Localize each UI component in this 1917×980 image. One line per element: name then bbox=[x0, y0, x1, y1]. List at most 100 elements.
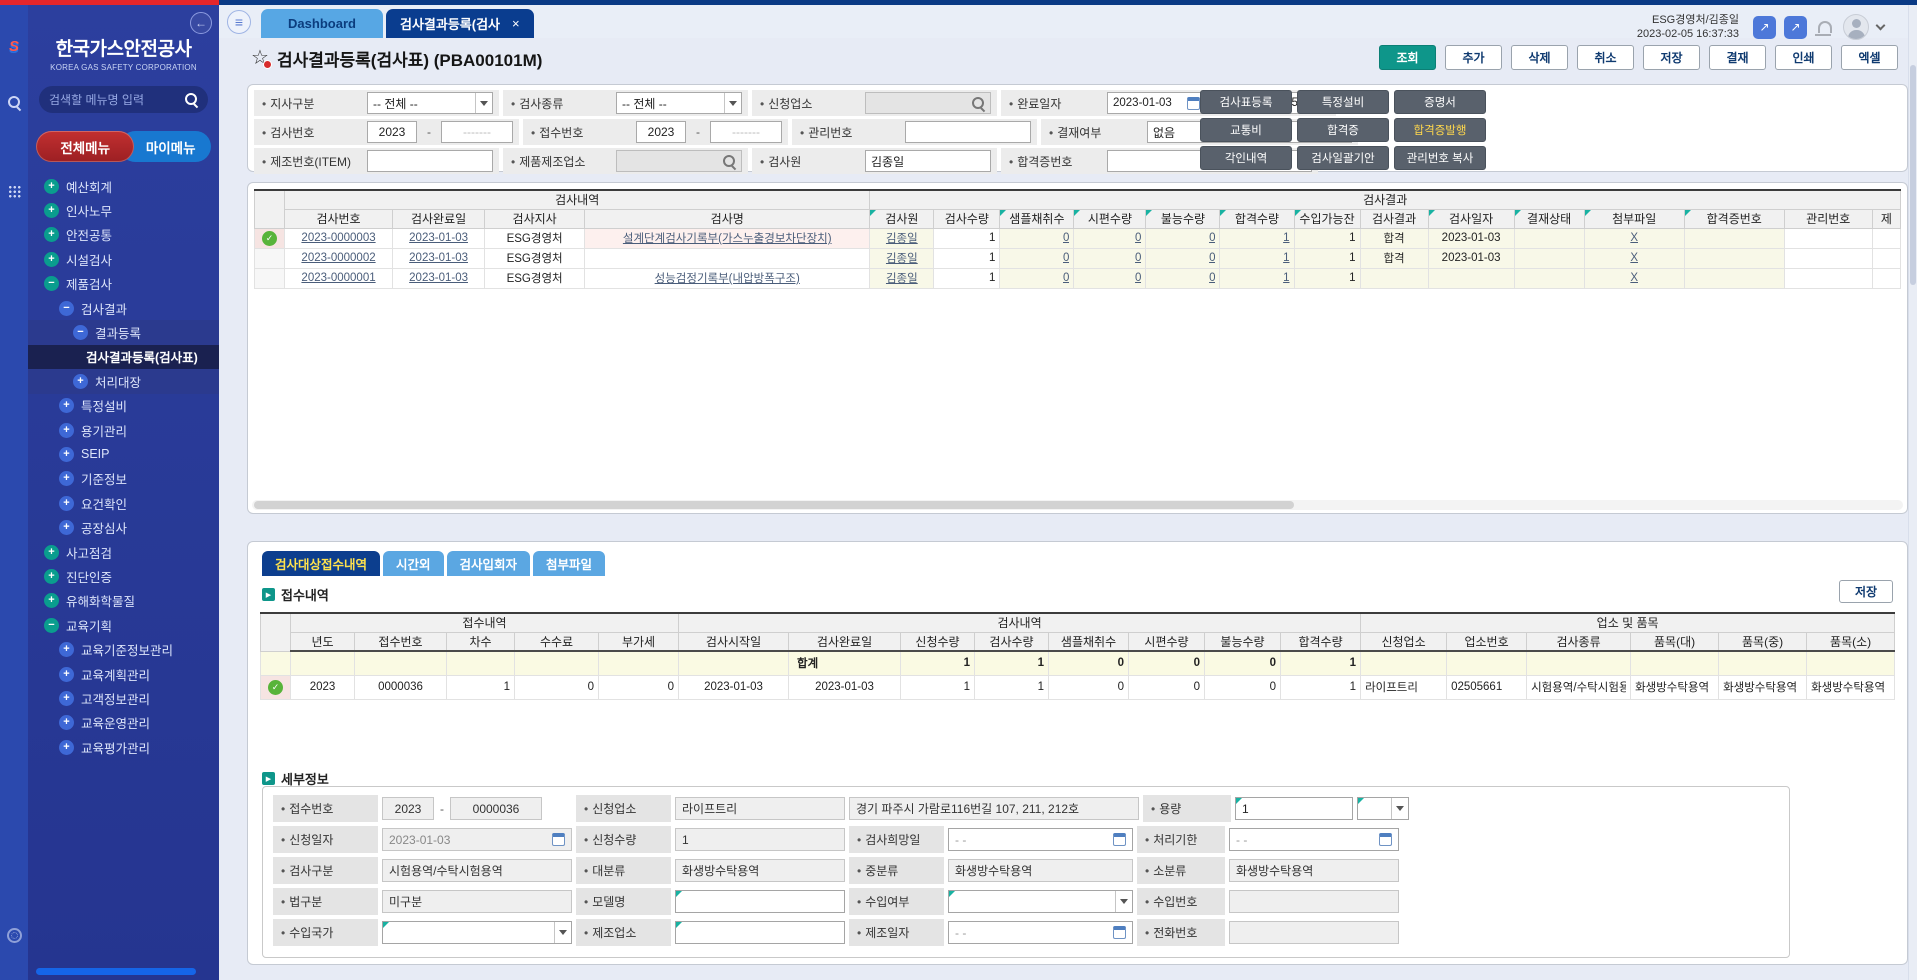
column-header[interactable]: 품목(대) bbox=[1631, 632, 1719, 651]
notification-bell-icon[interactable] bbox=[1818, 21, 1832, 33]
expand-toggle-icon[interactable]: + bbox=[73, 374, 88, 389]
grid-horizontal-scrollbar[interactable] bbox=[252, 500, 1903, 510]
column-header[interactable]: 차수 bbox=[447, 632, 515, 651]
all-menu-button[interactable]: 전체메뉴 bbox=[36, 131, 134, 162]
deadline-input[interactable]: - - bbox=[1229, 828, 1399, 851]
column-header[interactable]: 검사수량 bbox=[934, 209, 1000, 228]
inspection-no-input[interactable]: ------- bbox=[441, 121, 513, 143]
expand-toggle-icon[interactable]: − bbox=[44, 618, 59, 633]
column-header[interactable]: 품목(중) bbox=[1719, 632, 1807, 651]
column-header[interactable]: 검사일자 bbox=[1428, 209, 1514, 228]
sidebar-menu-item[interactable]: + 고객정보관리 bbox=[28, 686, 219, 710]
expand-toggle-icon[interactable]: − bbox=[59, 301, 74, 316]
action-button[interactable]: 조회 bbox=[1379, 45, 1436, 70]
column-header[interactable]: 수입가능잔 bbox=[1294, 209, 1360, 228]
country-select[interactable] bbox=[382, 921, 572, 944]
settings-gear-icon[interactable] bbox=[0, 928, 28, 943]
row-select-cell[interactable] bbox=[255, 248, 285, 268]
tab-dashboard[interactable]: Dashboard bbox=[261, 9, 383, 38]
sidebar-menu-item[interactable]: + 특정설비 bbox=[28, 394, 219, 418]
column-header[interactable]: 부가세 bbox=[599, 632, 679, 651]
column-header[interactable]: 품목(소) bbox=[1807, 632, 1895, 651]
mgmt-no-input[interactable] bbox=[905, 121, 1031, 143]
expand-toggle-icon[interactable]: + bbox=[59, 667, 74, 682]
search-icon[interactable] bbox=[723, 155, 736, 168]
detail-tab[interactable]: 시간외 bbox=[383, 551, 444, 576]
filter-tool-button[interactable]: 검사일괄기안 bbox=[1297, 146, 1389, 170]
action-button[interactable]: 추가 bbox=[1445, 45, 1502, 70]
filter-tool-button[interactable]: 교통비 bbox=[1200, 118, 1292, 142]
column-header[interactable]: 시편수량 bbox=[1074, 209, 1146, 228]
column-header[interactable]: 합격수량 bbox=[1281, 632, 1361, 651]
action-button[interactable]: 저장 bbox=[1643, 45, 1700, 70]
column-header[interactable]: 검사시작일 bbox=[679, 632, 789, 651]
column-header[interactable]: 검사번호 bbox=[285, 209, 393, 228]
hope-date-input[interactable]: - - bbox=[948, 828, 1133, 851]
receipt-no-year-input[interactable]: 2023 bbox=[636, 121, 686, 143]
shop-search-input[interactable] bbox=[865, 92, 991, 114]
inspection-type-select[interactable]: -- 전체 -- bbox=[616, 92, 742, 114]
column-header[interactable]: 검사원 bbox=[870, 209, 934, 228]
expand-toggle-icon[interactable]: + bbox=[59, 471, 74, 486]
column-header[interactable]: 불능수량 bbox=[1146, 209, 1220, 228]
column-header[interactable]: 년도 bbox=[291, 632, 355, 651]
expand-toggle-icon[interactable]: + bbox=[59, 496, 74, 511]
avatar[interactable] bbox=[1843, 14, 1869, 40]
product-maker-search-input[interactable] bbox=[616, 150, 742, 172]
expand-toggle-icon[interactable]: + bbox=[44, 179, 59, 194]
sidebar-menu-item[interactable]: + SEIP bbox=[28, 442, 219, 466]
open-window-icon[interactable]: ↗ bbox=[1784, 16, 1807, 39]
row-select-cell[interactable] bbox=[261, 651, 291, 675]
expand-toggle-icon[interactable]: + bbox=[44, 593, 59, 608]
expand-toggle-icon[interactable]: + bbox=[59, 691, 74, 706]
sidebar-menu-item[interactable]: − 교육기획 bbox=[28, 613, 219, 637]
sidebar-menu-item[interactable]: + 용기관리 bbox=[28, 418, 219, 442]
sidebar-horizontal-scrollbar[interactable] bbox=[36, 968, 196, 975]
sidebar-menu-item[interactable]: + 인사노무 bbox=[28, 198, 219, 222]
expand-toggle-icon[interactable]: + bbox=[59, 715, 74, 730]
filter-tool-button[interactable]: 합격증 bbox=[1297, 118, 1389, 142]
column-header[interactable]: 결재상태 bbox=[1514, 209, 1584, 228]
row-select-cell[interactable] bbox=[255, 268, 285, 288]
sidebar-menu-item[interactable]: + 교육기준정보관리 bbox=[28, 637, 219, 661]
expand-toggle-icon[interactable]: + bbox=[44, 203, 59, 218]
sidebar-collapse-button[interactable]: ← bbox=[190, 12, 212, 34]
sidebar-menu-item[interactable]: + 시설검사 bbox=[28, 247, 219, 271]
filter-tool-button[interactable]: 합격증발행 bbox=[1394, 118, 1486, 142]
sidebar-menu-item[interactable]: + 교육운영관리 bbox=[28, 711, 219, 735]
calendar-icon[interactable] bbox=[1187, 97, 1200, 110]
column-header[interactable]: 관리번호 bbox=[1784, 209, 1872, 228]
row-select-cell[interactable] bbox=[255, 228, 285, 248]
maker-input[interactable] bbox=[675, 921, 845, 944]
hamburger-menu-icon[interactable]: ≡ bbox=[227, 10, 251, 34]
search-icon[interactable] bbox=[972, 97, 985, 110]
sidebar-menu-item[interactable]: − 제품검사 bbox=[28, 272, 219, 296]
expand-toggle-icon[interactable]: − bbox=[73, 325, 88, 340]
inspection-no-year-input[interactable]: 2023 bbox=[367, 121, 417, 143]
expand-toggle-icon[interactable]: + bbox=[59, 520, 74, 535]
model-input[interactable] bbox=[675, 890, 845, 913]
column-header[interactable]: 첨부파일 bbox=[1584, 209, 1684, 228]
column-header[interactable]: 신청수량 bbox=[901, 632, 975, 651]
calendar-icon[interactable] bbox=[1113, 833, 1126, 846]
make-date-input[interactable]: - - bbox=[948, 921, 1133, 944]
favorite-star-icon[interactable]: ☆ bbox=[251, 48, 269, 68]
column-header[interactable]: 시편수량 bbox=[1129, 632, 1205, 651]
external-link-icon[interactable]: ↗ bbox=[1753, 16, 1776, 39]
sidebar-menu-item[interactable]: + 예산회계 bbox=[28, 174, 219, 198]
sidebar-menu-item[interactable]: + 사고점검 bbox=[28, 540, 219, 564]
sidebar-menu-item[interactable]: − 검사결과 bbox=[28, 296, 219, 320]
column-header[interactable]: 합격수량 bbox=[1220, 209, 1294, 228]
branch-select[interactable]: -- 전체 -- bbox=[367, 92, 493, 114]
column-header[interactable]: 샘플채취수 bbox=[1000, 209, 1074, 228]
column-header[interactable]: 검사결과 bbox=[1360, 209, 1428, 228]
expand-toggle-icon[interactable]: + bbox=[59, 398, 74, 413]
import-select[interactable] bbox=[948, 890, 1133, 913]
row-select-cell[interactable] bbox=[261, 675, 291, 699]
sidebar-menu-item[interactable]: + 교육평가관리 bbox=[28, 735, 219, 759]
column-header[interactable]: 신청업소 bbox=[1361, 632, 1447, 651]
sidebar-menu-item[interactable]: + 처리대장 bbox=[28, 369, 219, 393]
inspector-input[interactable]: 김종일 bbox=[865, 150, 991, 172]
expand-toggle-icon[interactable]: − bbox=[44, 276, 59, 291]
expand-toggle-icon[interactable]: + bbox=[59, 740, 74, 755]
